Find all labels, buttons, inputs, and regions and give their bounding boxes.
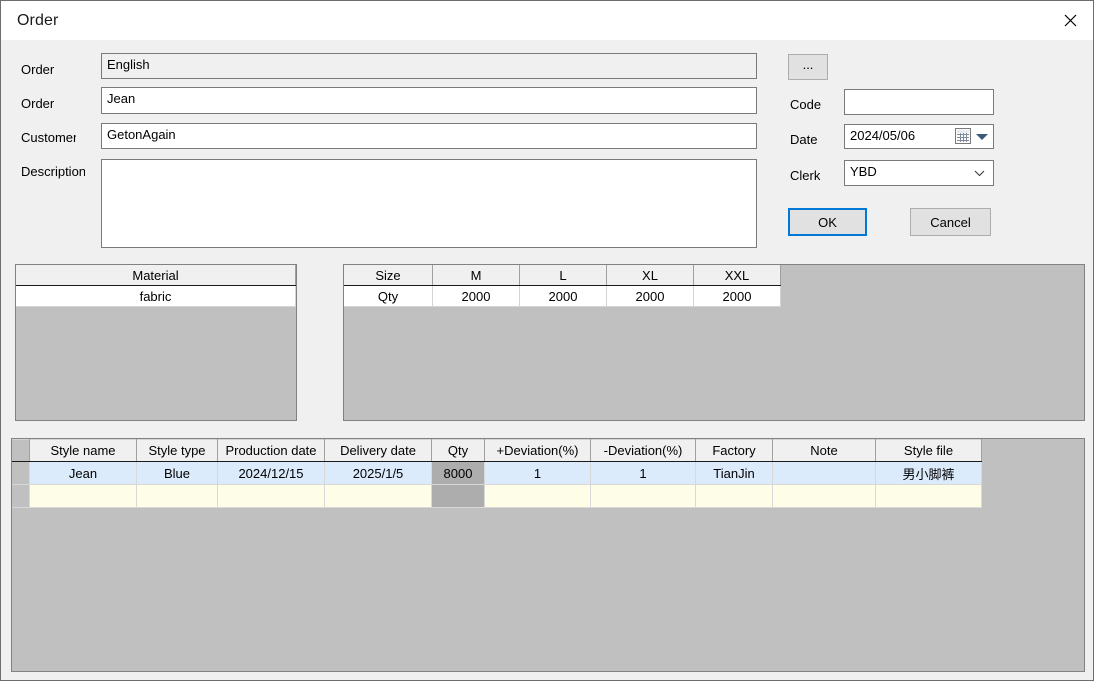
cancel-button[interactable]: Cancel	[910, 208, 991, 236]
order-grid-column-header[interactable]: Factory	[695, 439, 773, 462]
description-textarea[interactable]	[101, 159, 757, 248]
order-grid-cell[interactable]: TianJin	[695, 461, 773, 485]
form-area: Order Order Customer Description English…	[1, 40, 1093, 260]
size-cell[interactable]: 2000	[432, 285, 520, 307]
material-table-body: fabric	[16, 285, 296, 307]
label-customer: Customer	[21, 130, 76, 145]
label-order-name: Order	[21, 96, 55, 111]
row-header-corner	[12, 439, 30, 462]
order-grid[interactable]: Style name Style type Production date Deliv…	[12, 439, 982, 508]
material-row[interactable]: fabric	[16, 285, 296, 307]
clerk-select[interactable]: YBD	[844, 160, 994, 186]
order-grid-column-header[interactable]: Style type	[136, 439, 218, 462]
label-code: Code	[790, 97, 822, 112]
date-dropdown-arrow-icon[interactable]	[976, 134, 988, 140]
order-grid-column-header[interactable]: +Deviation(%)	[484, 439, 591, 462]
size-column-header[interactable]: L	[519, 265, 607, 286]
order-grid-body: Jean Blue 2024/12/15 2025/1/5 8000 1 1 TianJin 男…	[12, 461, 982, 508]
label-clerk: Clerk	[790, 168, 821, 183]
order-grid-column-header[interactable]: Style name	[29, 439, 137, 462]
window-title: Order	[17, 12, 59, 29]
order-grid-cell[interactable]: 1	[590, 461, 696, 485]
order-grid-column-header[interactable]: Style file	[875, 439, 982, 462]
size-cell[interactable]: 2000	[519, 285, 607, 307]
size-cell[interactable]: 2000	[606, 285, 694, 307]
code-input[interactable]	[844, 89, 994, 115]
label-order-language: Order	[21, 62, 55, 77]
calendar-icon	[955, 128, 971, 144]
title-bar: Order	[1, 1, 1093, 40]
material-panel: Material fabric	[15, 264, 297, 421]
order-grid-cell[interactable]	[772, 484, 876, 508]
label-description: Description	[21, 164, 85, 179]
material-header-row: Material	[16, 265, 296, 286]
size-header-row: Size M L XL XXL	[344, 265, 781, 286]
size-column-header[interactable]: XXL	[693, 265, 781, 286]
size-panel: Size M L XL XXL Qty 2000 2000 2000 2000	[343, 264, 1085, 421]
table-row[interactable]: Jean Blue 2024/12/15 2025/1/5 8000 1 1 TianJin 男…	[12, 461, 982, 485]
browse-button[interactable]: ...	[788, 54, 828, 80]
order-language-input[interactable]: English	[101, 53, 757, 79]
order-grid-panel: Style name Style type Production date Deliv…	[11, 438, 1085, 672]
order-grid-cell[interactable]	[875, 484, 982, 508]
order-grid-cell[interactable]: Jean	[29, 461, 137, 485]
order-grid-cell[interactable]	[324, 484, 432, 508]
size-table-body: Qty 2000 2000 2000 2000	[344, 285, 781, 307]
close-button[interactable]	[1047, 1, 1093, 40]
size-column-header[interactable]: XL	[606, 265, 694, 286]
clerk-value: YBD	[850, 164, 877, 179]
order-grid-cell[interactable]	[431, 484, 485, 508]
order-name-input[interactable]: Jean	[101, 87, 757, 114]
material-cell[interactable]: fabric	[16, 285, 296, 307]
date-picker[interactable]: 2024/05/06	[844, 124, 994, 149]
size-cell[interactable]: Qty	[344, 285, 433, 307]
order-grid-cell[interactable]: 2025/1/5	[324, 461, 432, 485]
order-grid-cell[interactable]	[217, 484, 325, 508]
material-column-header[interactable]: Material	[16, 265, 296, 286]
size-cell[interactable]: 2000	[693, 285, 781, 307]
order-grid-column-header[interactable]: -Deviation(%)	[590, 439, 696, 462]
table-row[interactable]	[12, 484, 982, 508]
row-indicator[interactable]	[12, 484, 30, 508]
order-grid-cell[interactable]	[590, 484, 696, 508]
order-grid-cell[interactable]	[136, 484, 218, 508]
chevron-down-icon	[974, 161, 985, 185]
size-table[interactable]: Size M L XL XXL Qty 2000 2000 2000 2000	[344, 265, 781, 307]
order-grid-column-header[interactable]: Note	[772, 439, 876, 462]
order-grid-cell[interactable]: Blue	[136, 461, 218, 485]
material-table[interactable]: Material fabric	[16, 265, 296, 307]
order-grid-cell[interactable]: 8000	[431, 461, 485, 485]
order-grid-column-header[interactable]: Qty	[431, 439, 485, 462]
order-grid-header-row: Style name Style type Production date Deliv…	[12, 439, 982, 462]
order-grid-cell[interactable]	[772, 461, 876, 485]
order-grid-cell[interactable]: 1	[484, 461, 591, 485]
date-value: 2024/05/06	[850, 128, 916, 143]
size-column-header[interactable]: Size	[344, 265, 433, 286]
order-grid-column-header[interactable]: Delivery date	[324, 439, 432, 462]
order-grid-cell[interactable]: 2024/12/15	[217, 461, 325, 485]
close-icon	[1064, 14, 1076, 27]
size-row[interactable]: Qty 2000 2000 2000 2000	[344, 285, 781, 307]
order-grid-cell[interactable]	[29, 484, 137, 508]
label-date: Date	[790, 132, 818, 147]
order-dialog: Order Order Order Customer Description E…	[0, 0, 1094, 681]
order-grid-cell[interactable]: 男小脚裤	[875, 461, 982, 485]
order-grid-column-header[interactable]: Production date	[217, 439, 325, 462]
ok-button[interactable]: OK	[788, 208, 867, 236]
row-indicator[interactable]	[12, 461, 30, 485]
order-grid-cell[interactable]	[695, 484, 773, 508]
size-column-header[interactable]: M	[432, 265, 520, 286]
customer-input[interactable]: GetonAgain	[101, 123, 757, 149]
order-grid-cell[interactable]	[484, 484, 591, 508]
